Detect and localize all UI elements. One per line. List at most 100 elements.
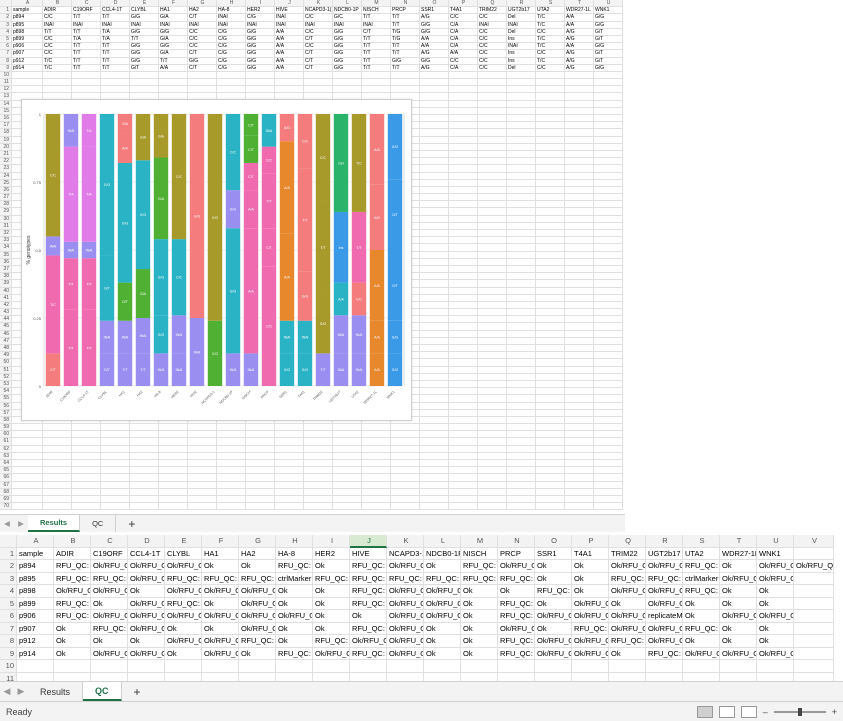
cell[interactable] — [449, 107, 478, 115]
cell[interactable] — [275, 452, 304, 460]
cell[interactable] — [101, 424, 130, 432]
cell[interactable]: G/G — [594, 21, 623, 29]
cell[interactable] — [246, 438, 275, 446]
cell[interactable]: G/G — [246, 64, 275, 72]
cell[interactable]: Ok/RFU_QC — [128, 572, 165, 585]
cell[interactable]: Ok — [461, 585, 498, 598]
cell[interactable] — [362, 481, 391, 489]
cell[interactable]: C/A — [449, 43, 478, 51]
column-header[interactable]: B — [43, 0, 72, 8]
row-header[interactable]: 8 — [0, 635, 17, 648]
cell[interactable] — [101, 460, 130, 468]
column-header[interactable]: F — [202, 535, 239, 548]
cell[interactable] — [304, 452, 333, 460]
cell[interactable] — [275, 495, 304, 504]
cell[interactable]: Ok — [757, 585, 794, 598]
cell[interactable] — [43, 438, 72, 446]
cell[interactable]: Ok — [424, 635, 461, 648]
cell[interactable] — [420, 273, 449, 281]
cell[interactable]: RFU_QC: Lc — [498, 635, 535, 648]
cell[interactable] — [507, 488, 536, 496]
cell[interactable] — [594, 323, 623, 331]
column-header[interactable]: H — [217, 0, 246, 8]
cell[interactable]: HA1 — [159, 7, 188, 15]
cell[interactable] — [565, 258, 594, 266]
cell[interactable] — [333, 460, 362, 468]
cell[interactable] — [420, 460, 449, 468]
cell[interactable] — [507, 474, 536, 482]
cell[interactable]: Ok — [202, 597, 239, 610]
column-header[interactable]: M — [461, 535, 498, 548]
cell[interactable] — [478, 438, 507, 446]
cell[interactable]: Ok/RFU_QC — [276, 610, 313, 623]
cell[interactable] — [594, 165, 623, 173]
cell[interactable]: INAI — [362, 21, 391, 29]
cell[interactable] — [594, 380, 623, 389]
cell[interactable] — [12, 467, 43, 475]
cell[interactable] — [449, 345, 478, 353]
cell[interactable] — [333, 481, 362, 489]
cell[interactable] — [565, 150, 594, 159]
column-header[interactable]: C — [91, 535, 128, 548]
column-header[interactable]: B — [54, 535, 91, 548]
cell[interactable]: RFU_QC: Lc — [276, 560, 313, 573]
cell[interactable]: Ok — [720, 597, 757, 610]
cell[interactable]: G/T — [594, 57, 623, 65]
cell[interactable]: A/A — [565, 21, 594, 29]
cell[interactable]: A/G — [420, 50, 449, 58]
cell[interactable] — [594, 366, 623, 374]
cell[interactable] — [478, 222, 507, 230]
cell[interactable] — [594, 86, 623, 94]
row-header[interactable]: 19 — [0, 136, 12, 144]
cell[interactable] — [449, 165, 478, 173]
cell[interactable] — [72, 488, 101, 496]
cell[interactable] — [333, 445, 362, 453]
cell[interactable]: C/C — [188, 35, 217, 44]
cell[interactable] — [461, 660, 498, 673]
cell[interactable] — [565, 388, 594, 396]
cell[interactable]: Ok/RFU_QC — [424, 597, 461, 610]
cell[interactable]: C/T — [304, 57, 333, 65]
cell[interactable] — [246, 474, 275, 482]
cell[interactable]: Ok — [683, 610, 720, 623]
cell[interactable] — [12, 71, 43, 80]
cell[interactable] — [507, 251, 536, 259]
cell[interactable] — [130, 431, 159, 439]
cell[interactable] — [536, 215, 565, 223]
cell[interactable]: Ok — [424, 622, 461, 635]
row-header[interactable]: 36 — [0, 258, 12, 266]
column-header[interactable]: M — [362, 0, 391, 8]
cell[interactable]: T/T — [72, 43, 101, 51]
cell[interactable] — [420, 345, 449, 353]
cell[interactable]: Ok/RFU_QC — [313, 647, 350, 660]
cell[interactable]: Ok — [535, 622, 572, 635]
cell[interactable] — [507, 100, 536, 108]
cell[interactable] — [246, 431, 275, 439]
cell[interactable] — [391, 79, 420, 87]
cell[interactable] — [507, 265, 536, 274]
cell[interactable] — [188, 86, 217, 94]
cell[interactable] — [43, 474, 72, 482]
cell[interactable] — [565, 280, 594, 288]
cell[interactable]: HER2 — [246, 7, 275, 15]
cell[interactable] — [594, 495, 623, 504]
cell[interactable] — [507, 93, 536, 101]
cell[interactable] — [420, 359, 449, 367]
cell[interactable] — [536, 388, 565, 396]
add-sheet-button[interactable]: + — [116, 515, 147, 532]
cell[interactable] — [159, 474, 188, 482]
cell[interactable] — [420, 402, 449, 410]
cell[interactable]: Ok/RFU_QC — [498, 560, 535, 573]
cell[interactable] — [159, 452, 188, 460]
cell[interactable]: T/C — [536, 21, 565, 29]
cell[interactable] — [594, 316, 623, 324]
cell[interactable] — [594, 115, 623, 123]
column-header[interactable]: R — [507, 0, 536, 8]
cell[interactable] — [420, 337, 449, 345]
cell[interactable] — [449, 79, 478, 87]
cell[interactable] — [536, 129, 565, 137]
cell[interactable] — [72, 79, 101, 87]
cell[interactable] — [449, 158, 478, 166]
cell[interactable]: PRCP — [498, 547, 535, 560]
cell[interactable] — [449, 179, 478, 187]
